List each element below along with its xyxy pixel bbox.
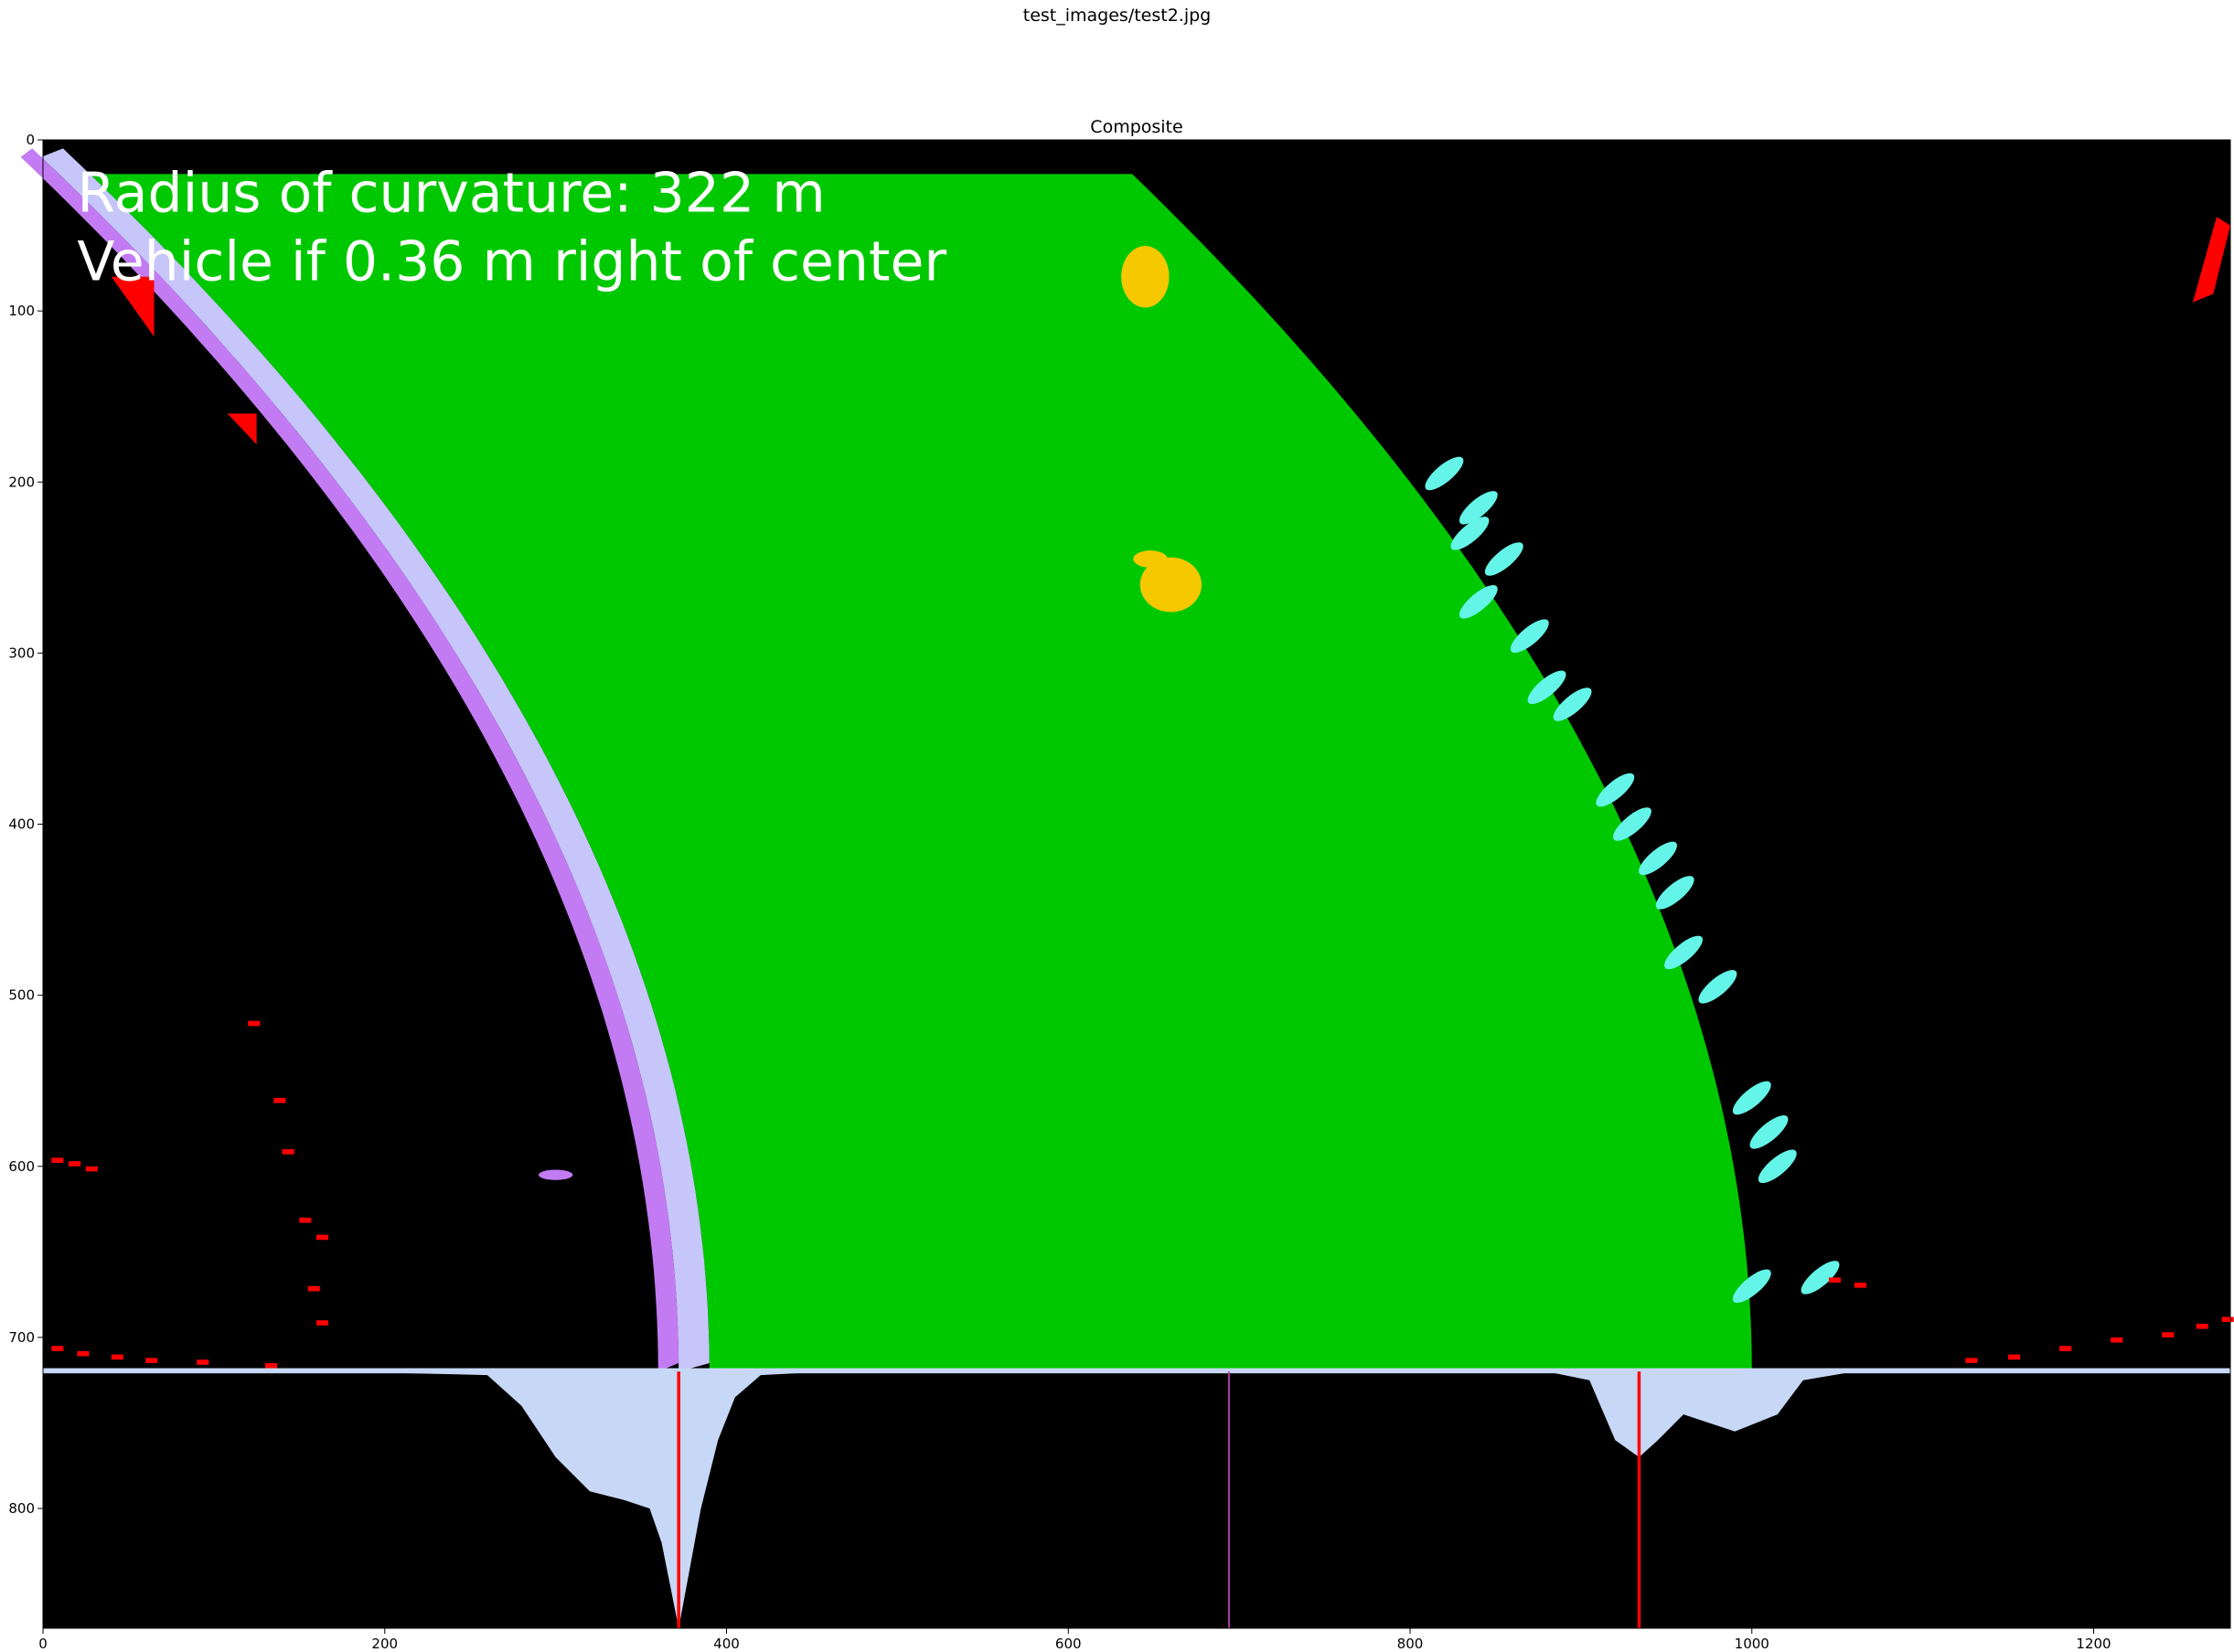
noise-dash	[264, 1362, 278, 1369]
x-tick-label: 1000	[1735, 1636, 1769, 1652]
noise-dash	[248, 1020, 261, 1027]
noise-dash	[2059, 1346, 2072, 1351]
noise-dash	[2221, 1316, 2234, 1323]
noise-dash	[2196, 1323, 2208, 1329]
noise-dash	[111, 1354, 123, 1360]
noise-dash	[282, 1149, 294, 1155]
x-tick-label: 1200	[2076, 1636, 2111, 1652]
noise-dash	[1854, 1283, 1866, 1288]
noise-dash	[316, 1234, 329, 1241]
curvature-text: Radius of curvature: 322 m	[77, 162, 825, 226]
composite-plot: Radius of curvature: 322 m Vehicle if 0.…	[8, 132, 2234, 1652]
vehicle-offset-text: Vehicle if 0.36 m right of center	[77, 229, 946, 293]
noise-dash	[273, 1097, 286, 1103]
y-tick-label: 100	[8, 303, 35, 319]
noise-dash	[51, 1346, 64, 1351]
yellow-blob	[1121, 246, 1170, 308]
noise-dash	[307, 1285, 320, 1292]
noise-dash	[316, 1320, 329, 1326]
y-tick-label: 0	[26, 132, 35, 148]
y-tick-label: 200	[8, 474, 35, 490]
composite-image	[20, 140, 2234, 1628]
y-tick-label: 700	[8, 1329, 35, 1346]
noise-dash	[51, 1157, 64, 1164]
noise-dash	[2111, 1337, 2123, 1343]
noise-dash	[69, 1161, 81, 1167]
noise-dash	[299, 1217, 312, 1223]
noise-dash	[1965, 1358, 1978, 1363]
y-tick-label: 600	[8, 1158, 35, 1175]
noise-dash	[85, 1166, 98, 1172]
y-tick-label: 800	[8, 1500, 35, 1517]
x-tick-label: 0	[38, 1636, 48, 1652]
purple-blob	[538, 1169, 573, 1180]
noise-dash	[1828, 1277, 1841, 1284]
y-tick-label: 500	[8, 987, 35, 1004]
x-tick-label: 200	[371, 1636, 398, 1652]
histogram-baseline	[43, 1368, 2230, 1374]
noise-dash	[145, 1358, 158, 1363]
x-tick-label: 600	[1055, 1636, 1082, 1652]
noise-dash	[2162, 1332, 2175, 1338]
noise-dash	[197, 1359, 209, 1365]
noise-dash	[77, 1350, 90, 1357]
x-tick-label: 800	[1397, 1636, 1424, 1652]
noise-dash	[2008, 1354, 2021, 1360]
yellow-blob	[1133, 550, 1168, 568]
x-tick-label: 400	[713, 1636, 740, 1652]
y-tick-label: 300	[8, 645, 35, 661]
y-tick-label: 400	[8, 816, 35, 833]
